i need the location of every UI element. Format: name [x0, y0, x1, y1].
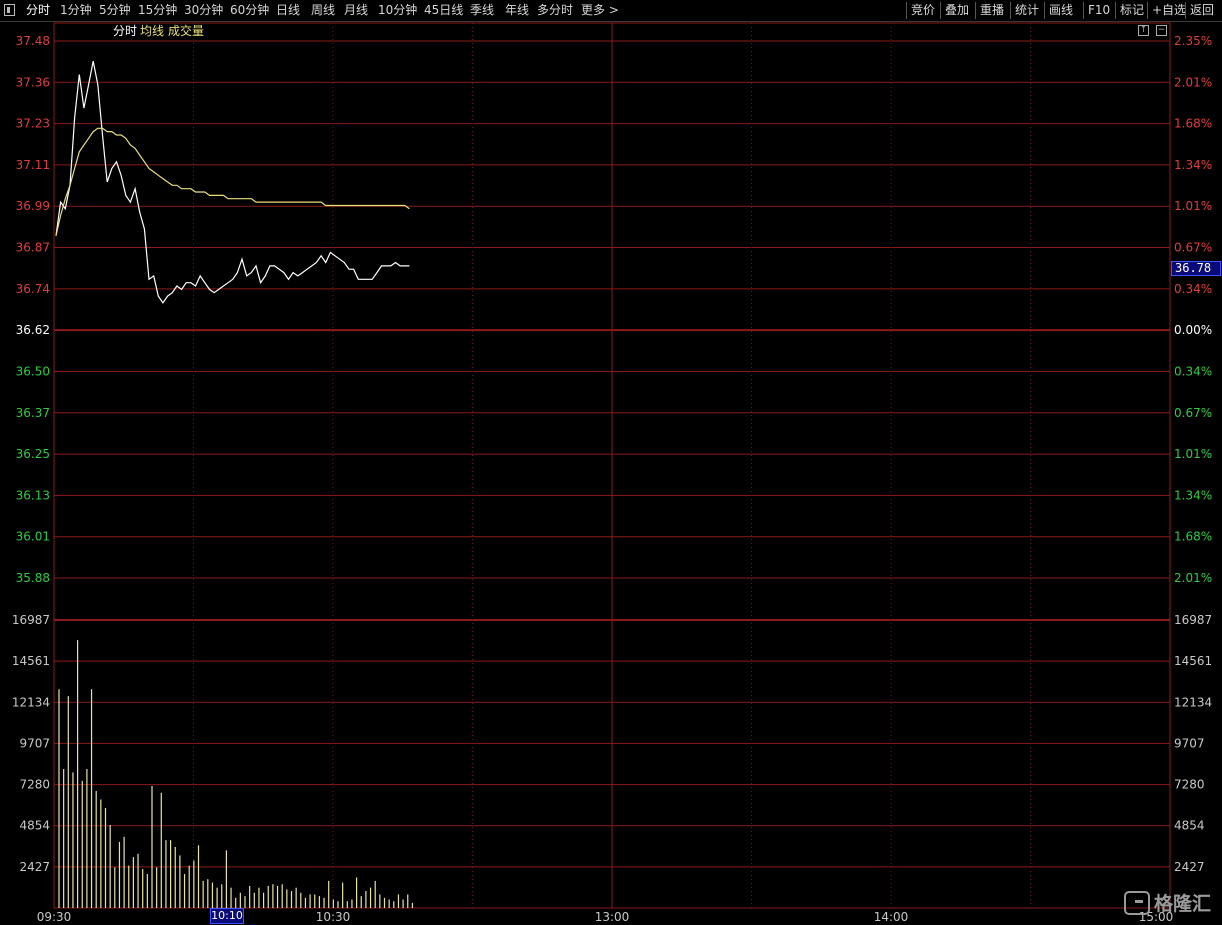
- legend-avg[interactable]: 均线: [140, 23, 164, 39]
- volume-tick-label: 9707: [19, 736, 50, 750]
- pct-tick-label: 0.34%: [1174, 282, 1212, 296]
- legend-volume[interactable]: 成交量: [168, 23, 204, 39]
- price-tick-label: 36.74: [16, 282, 50, 296]
- volume-tick-label-right: 2427: [1174, 860, 1205, 874]
- logo-icon: [1124, 891, 1150, 915]
- volume-tick-label: 14561: [12, 654, 50, 668]
- time-label: 10:30: [316, 910, 351, 924]
- zoom-out-icon[interactable]: −: [1156, 25, 1167, 36]
- price-line: [55, 60, 410, 304]
- price-tick-label: 36.25: [16, 447, 50, 461]
- pct-tick-label: 0.67%: [1174, 406, 1212, 420]
- price-tick-label: 37.48: [16, 34, 50, 48]
- pct-tick-label: 1.34%: [1174, 488, 1212, 502]
- legend-stock-name: 中国神华: [56, 24, 105, 38]
- price-tick-label: 36.01: [16, 530, 50, 544]
- pct-tick-label: 1.68%: [1174, 117, 1212, 131]
- pct-tick-label: 2.35%: [1174, 34, 1212, 48]
- price-tick-label: 37.11: [16, 158, 50, 172]
- pct-tick-label: 0.00%: [1174, 323, 1212, 337]
- volume-tick-label-right: 9707: [1174, 736, 1205, 750]
- volume-tick-label: 7280: [19, 778, 50, 792]
- pct-tick-label: 2.01%: [1174, 571, 1212, 585]
- price-tick-label: 37.23: [16, 117, 50, 131]
- volume-tick-label: 2427: [19, 860, 50, 874]
- pct-tick-label: 1.34%: [1174, 158, 1212, 172]
- price-tick-label: 36.87: [16, 241, 50, 255]
- volume-tick-label-right: 4854: [1174, 819, 1205, 833]
- legend-view[interactable]: 分时: [113, 23, 137, 39]
- avg-line: [55, 127, 410, 236]
- pct-tick-label: 0.34%: [1174, 364, 1212, 378]
- volume-tick-label-right: 7280: [1174, 778, 1205, 792]
- price-tick-label: 36.50: [16, 364, 50, 378]
- volume-tick-label: 16987: [12, 613, 50, 627]
- logo-text: 格隆汇: [1154, 893, 1212, 915]
- price-tick-label: 36.13: [16, 488, 50, 502]
- time-label: 09:30: [37, 910, 72, 924]
- pct-tick-label: 0.67%: [1174, 241, 1212, 255]
- volume-tick-label-right: 14561: [1174, 654, 1212, 668]
- price-tick-label: 37.36: [16, 75, 50, 89]
- pct-tick-label: 1.68%: [1174, 530, 1212, 544]
- pct-tick-label: 1.01%: [1174, 447, 1212, 461]
- price-tick-label: 36.37: [16, 406, 50, 420]
- current-time-tag: 10:10: [210, 908, 244, 924]
- price-tick-label: 36.62: [16, 323, 50, 337]
- time-label: 13:00: [595, 910, 630, 924]
- volume-tick-label-right: 16987: [1174, 613, 1212, 627]
- zoom-in-icon[interactable]: ↑: [1138, 25, 1149, 36]
- volume-tick-label: 4854: [19, 819, 50, 833]
- volume-tick-label-right: 12134: [1174, 695, 1212, 709]
- price-tick-label: 35.88: [16, 571, 50, 585]
- current-price-tag: 36.78: [1171, 261, 1221, 276]
- pct-tick-label: 1.01%: [1174, 199, 1212, 213]
- price-tick-label: 36.99: [16, 199, 50, 213]
- volume-tick-label: 12134: [12, 695, 50, 709]
- pct-tick-label: 2.01%: [1174, 75, 1212, 89]
- time-label: 14:00: [874, 910, 909, 924]
- intraday-chart: 37.48 37.36 37.23 37.11 36.99 36.87 36.74 36.62…: [12, 22, 1212, 924]
